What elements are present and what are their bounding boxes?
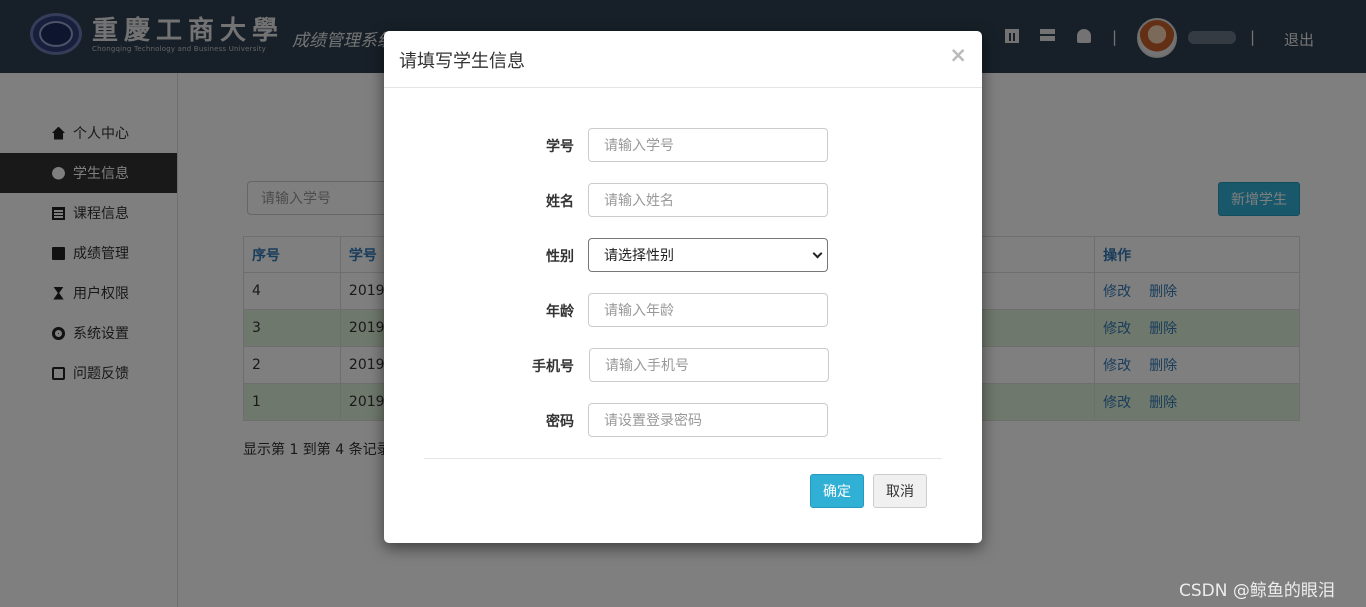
password-placeholder: 请设置登录密码: [604, 413, 702, 429]
phone-placeholder: 请输入手机号: [605, 358, 689, 374]
password-input[interactable]: 请设置登录密码: [588, 403, 828, 437]
phone-label: 手机号: [532, 359, 574, 375]
form-row-gender: 性别 请选择性别: [384, 238, 982, 272]
gender-select[interactable]: 请选择性别: [588, 238, 828, 272]
gender-selected-value: 请选择性别: [604, 248, 674, 264]
close-icon[interactable]: ×: [949, 43, 967, 67]
name-placeholder: 请输入姓名: [604, 193, 674, 209]
student-no-input[interactable]: 请输入学号: [588, 128, 828, 162]
dialog-divider: [424, 458, 942, 459]
form-row-password: 密码 请设置登录密码: [384, 403, 982, 437]
dialog-header: 请填写学生信息 ×: [384, 31, 982, 88]
gender-label: 性别: [546, 249, 574, 265]
dialog-title: 请填写学生信息: [399, 51, 525, 72]
student-info-dialog: 请填写学生信息 × 学号 请输入学号 姓名 请输入姓名 性别 请选择性别 年龄 …: [384, 31, 982, 543]
confirm-button[interactable]: 确定: [810, 474, 864, 508]
age-input[interactable]: 请输入年龄: [588, 293, 828, 327]
form-row-student-no: 学号 请输入学号: [384, 128, 982, 162]
age-label: 年龄: [546, 304, 574, 320]
student-no-placeholder: 请输入学号: [604, 138, 674, 154]
cancel-button[interactable]: 取消: [873, 474, 927, 508]
student-no-label: 学号: [546, 139, 574, 155]
age-placeholder: 请输入年龄: [604, 303, 674, 319]
form-row-name: 姓名 请输入姓名: [384, 183, 982, 217]
chevron-down-icon: [812, 248, 823, 258]
name-input[interactable]: 请输入姓名: [588, 183, 828, 217]
password-label: 密码: [546, 414, 574, 430]
watermark-text: CSDN @鲸鱼的眼泪: [1179, 581, 1335, 601]
phone-input[interactable]: 请输入手机号: [589, 348, 829, 382]
name-label: 姓名: [546, 194, 574, 210]
form-row-age: 年龄 请输入年龄: [384, 293, 982, 327]
form-row-phone: 手机号 请输入手机号: [384, 348, 982, 382]
